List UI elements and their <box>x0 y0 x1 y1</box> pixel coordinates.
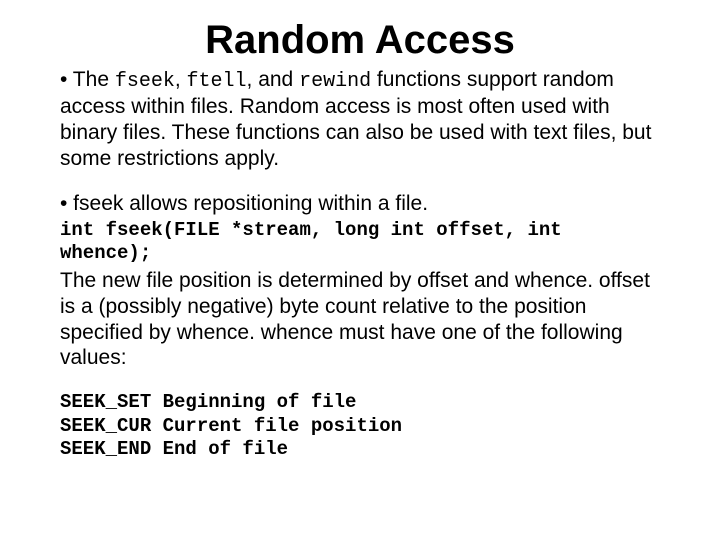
paragraph-fseek: • fseek allows repositioning within a fi… <box>60 191 660 217</box>
text-fragment: • The <box>60 68 115 91</box>
seek-constants-table: SEEK_SET Beginning of file SEEK_CUR Curr… <box>60 391 660 462</box>
paragraph-intro: • The fseek, ftell, and rewind functions… <box>60 67 660 171</box>
slide-title: Random Access <box>60 18 660 63</box>
text-fragment: , <box>175 68 187 91</box>
code-rewind: rewind <box>299 70 371 93</box>
text-fragment: , and <box>247 68 300 91</box>
function-signature: int fseek(FILE *stream, long int offset,… <box>60 219 660 265</box>
paragraph-explanation: The new file position is determined by o… <box>60 268 660 370</box>
code-fseek: fseek <box>115 70 175 93</box>
code-ftell: ftell <box>187 70 247 93</box>
